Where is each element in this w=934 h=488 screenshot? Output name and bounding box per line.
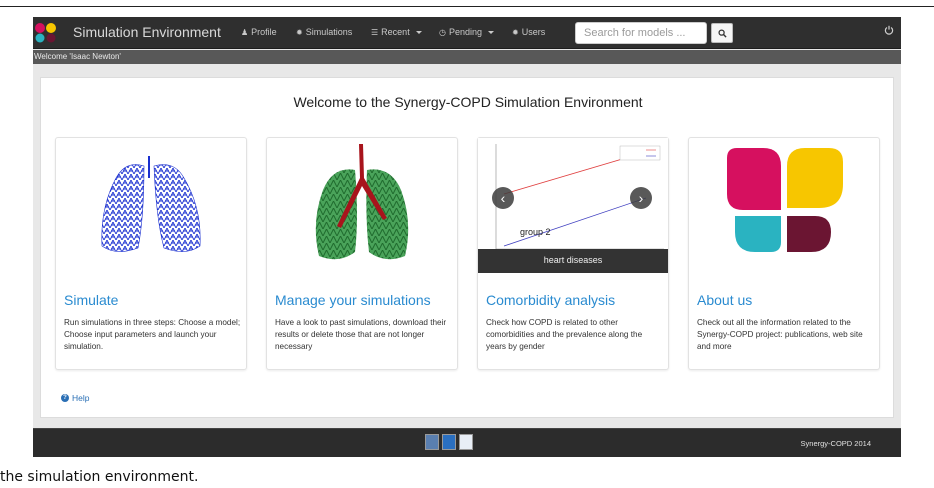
help-label: Help <box>72 393 90 403</box>
figure-caption: the simulation environment. <box>0 469 199 485</box>
nav-profile[interactable]: ♟ Profile <box>241 27 277 37</box>
nav-pending-label: Pending <box>448 27 483 37</box>
welcome-message: Welcome 'Isaac Newton' <box>33 50 901 64</box>
user-icon: ♟ <box>241 27 249 37</box>
card-manage-text: Have a look to past simulations, downloa… <box>275 318 447 351</box>
nav-simulations-label: Simulations <box>305 27 353 37</box>
top-rule <box>0 6 934 7</box>
nav-profile-label: Profile <box>251 27 277 37</box>
gear-icon: ✹ <box>512 27 519 37</box>
list-icon: ☰ <box>371 27 379 37</box>
card-manage-title[interactable]: Manage your simulations <box>275 292 431 308</box>
card-comorbidity[interactable]: ‹ › group 2 heart diseases Comorbidity a… <box>477 137 669 370</box>
partner-logo-icon[interactable] <box>442 434 456 450</box>
card-about-title[interactable]: About us <box>697 292 752 308</box>
clock-icon: ◷ <box>439 27 446 37</box>
nav-recent[interactable]: ☰ Recent <box>371 27 422 37</box>
card-simulate-text: Run simulations in three steps: Choose a… <box>64 318 241 351</box>
power-icon[interactable] <box>884 25 894 35</box>
footer: Synergy-COPD 2014 <box>33 428 901 457</box>
nav-pending[interactable]: ◷ Pending <box>439 27 495 37</box>
carousel-group-label: group 2 <box>520 227 551 237</box>
search-button[interactable] <box>711 23 733 43</box>
footer-logos <box>425 434 473 450</box>
card-simulate-title[interactable]: Simulate <box>64 292 118 308</box>
footer-copyright: Synergy-COPD 2014 <box>800 439 871 448</box>
lung-vessels-image <box>56 138 246 273</box>
question-icon: ? <box>61 394 69 402</box>
chevron-down-icon <box>415 30 422 34</box>
card-about-text: Check out all the information related to… <box>697 318 863 351</box>
carousel-caption: heart diseases <box>543 255 603 265</box>
main-panel: Welcome to the Synergy-COPD Simulation E… <box>40 77 894 418</box>
comorbidity-carousel: ‹ › group 2 heart diseases <box>478 138 668 273</box>
lung-airways-image <box>267 138 457 273</box>
card-comorbidity-text: Check how COPD is related to other comor… <box>486 318 643 351</box>
nav-simulations[interactable]: ✹ Simulations <box>296 27 352 37</box>
help-link[interactable]: ? Help <box>61 393 89 403</box>
chevron-down-icon <box>488 30 495 34</box>
brand-logo-icon[interactable] <box>34 22 58 44</box>
nav-users[interactable]: ✹ Users <box>512 27 545 37</box>
card-simulate[interactable]: Simulate Run simulations in three steps:… <box>55 137 247 370</box>
carousel-next-button[interactable]: › <box>630 187 652 209</box>
nav-users-label: Users <box>521 27 546 37</box>
brand-title[interactable]: Simulation Environment <box>73 24 221 40</box>
navbar: Simulation Environment ♟ Profile ✹ Simul… <box>33 17 901 49</box>
gear-icon: ✹ <box>296 27 303 37</box>
carousel-prev-button[interactable]: ‹ <box>492 187 514 209</box>
browser-content: Simulation Environment ♟ Profile ✹ Simul… <box>33 17 901 457</box>
search-input[interactable] <box>575 22 707 44</box>
search-icon <box>717 28 727 38</box>
partner-logo-icon[interactable] <box>459 434 473 450</box>
synergy-logo <box>689 138 879 273</box>
card-comorbidity-title[interactable]: Comorbidity analysis <box>486 292 615 308</box>
nav-recent-label: Recent <box>381 27 410 37</box>
partner-logo-icon[interactable] <box>425 434 439 450</box>
page-title: Welcome to the Synergy-COPD Simulation E… <box>293 94 643 110</box>
card-manage[interactable]: Manage your simulations Have a look to p… <box>266 137 458 370</box>
card-about[interactable]: About us Check out all the information r… <box>688 137 880 370</box>
